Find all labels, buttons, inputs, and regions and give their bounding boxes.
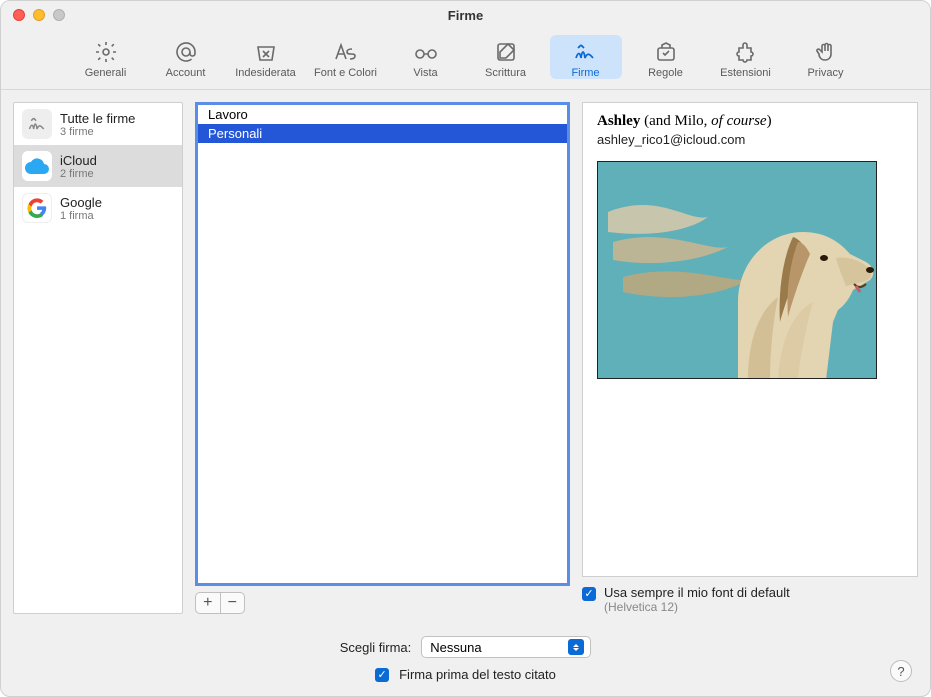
toolbar-label: Estensioni <box>720 67 771 79</box>
sidebar-count: 1 firma <box>60 210 102 222</box>
signatures-column: Lavoro Personali + − <box>195 102 570 614</box>
toolbar: Generali Account Indesiderata Font e Col… <box>1 29 930 90</box>
choose-signature-select[interactable]: Nessuna <box>421 636 591 658</box>
compose-icon <box>493 39 519 65</box>
toolbar-item-scrittura[interactable]: Scrittura <box>470 35 542 79</box>
icloud-icon <box>22 151 52 181</box>
hand-icon <box>813 39 839 65</box>
signature-preview[interactable]: Ashley (and Milo, of course) ashley_rico… <box>582 102 918 577</box>
select-arrows-icon <box>568 639 584 655</box>
signature-image <box>597 161 877 379</box>
toolbar-label: Privacy <box>807 67 843 79</box>
toolbar-label: Regole <box>648 67 683 79</box>
signature-name-line: Ashley (and Milo, of course) <box>597 113 903 130</box>
content-area: Tutte le firme 3 firme iCloud 2 firme <box>1 90 930 626</box>
toolbar-item-regole[interactable]: Regole <box>630 35 702 79</box>
signature-icon <box>573 39 599 65</box>
above-quoted-checkbox[interactable] <box>375 668 389 682</box>
toolbar-item-account[interactable]: Account <box>150 35 222 79</box>
toolbar-label: Indesiderata <box>235 67 296 79</box>
toolbar-item-indesiderata[interactable]: Indesiderata <box>230 35 302 79</box>
toolbar-item-firme[interactable]: Firme <box>550 35 622 79</box>
default-font-checkbox[interactable] <box>582 587 596 601</box>
sidebar-label: Google <box>60 195 102 210</box>
sidebar-count: 2 firme <box>60 168 97 180</box>
minimize-button[interactable] <box>33 9 45 21</box>
toolbar-label: Scrittura <box>485 67 526 79</box>
toolbar-label: Vista <box>413 67 437 79</box>
add-remove-control: + − <box>195 592 245 614</box>
sidebar-label: Tutte le firme <box>60 111 135 126</box>
at-icon <box>173 39 199 65</box>
toolbar-item-privacy[interactable]: Privacy <box>790 35 862 79</box>
preferences-window: Firme Generali Account Indesiderata Font… <box>0 0 931 697</box>
maximize-button[interactable] <box>53 9 65 21</box>
preview-column: Ashley (and Milo, of course) ashley_rico… <box>582 102 918 614</box>
default-font-row: Usa sempre il mio font di default (Helve… <box>582 585 918 614</box>
signature-name-bold: Ashley <box>597 113 640 129</box>
trash-icon <box>253 39 279 65</box>
titlebar: Firme <box>1 1 930 29</box>
signature-row[interactable]: Lavoro <box>198 105 567 124</box>
choose-signature-label: Scegli firma: <box>340 640 412 655</box>
toolbar-item-font[interactable]: Font e Colori <box>310 35 382 79</box>
sidebar-item-icloud[interactable]: iCloud 2 firme <box>14 145 182 187</box>
signature-name-italic: of course <box>711 113 766 129</box>
toolbar-item-estensioni[interactable]: Estensioni <box>710 35 782 79</box>
help-button[interactable]: ? <box>890 660 912 682</box>
signature-email: ashley_rico1@icloud.com <box>597 132 903 147</box>
close-button[interactable] <box>13 9 25 21</box>
remove-signature-button[interactable]: − <box>221 593 245 613</box>
toolbar-label: Account <box>166 67 206 79</box>
accounts-sidebar: Tutte le firme 3 firme iCloud 2 firme <box>13 102 183 614</box>
window-title: Firme <box>1 8 930 23</box>
signatures-list[interactable]: Lavoro Personali <box>195 102 570 586</box>
bottom-controls: Scegli firma: Nessuna Firma prima del te… <box>1 626 930 696</box>
signature-all-icon <box>22 109 52 139</box>
sidebar-item-all[interactable]: Tutte le firme 3 firme <box>14 103 182 145</box>
toolbar-label: Firme <box>571 67 599 79</box>
signature-name-text: (and Milo, <box>640 113 711 129</box>
google-icon <box>22 193 52 223</box>
rules-icon <box>653 39 679 65</box>
font-icon <box>333 39 359 65</box>
toolbar-label: Font e Colori <box>314 67 377 79</box>
default-font-name: (Helvetica 12) <box>604 600 790 614</box>
toolbar-item-vista[interactable]: Vista <box>390 35 462 79</box>
glasses-icon <box>413 39 439 65</box>
sidebar-label: iCloud <box>60 153 97 168</box>
sidebar-item-google[interactable]: Google 1 firma <box>14 187 182 229</box>
select-value: Nessuna <box>430 640 481 655</box>
above-quoted-label: Firma prima del testo citato <box>399 667 556 682</box>
gear-icon <box>93 39 119 65</box>
toolbar-label: Generali <box>85 67 127 79</box>
toolbar-item-generali[interactable]: Generali <box>70 35 142 79</box>
default-font-label: Usa sempre il mio font di default <box>604 585 790 600</box>
puzzle-icon <box>733 39 759 65</box>
signature-name-text: ) <box>767 113 772 129</box>
add-signature-button[interactable]: + <box>196 593 221 613</box>
signature-row[interactable]: Personali <box>198 124 567 143</box>
sidebar-count: 3 firme <box>60 126 135 138</box>
